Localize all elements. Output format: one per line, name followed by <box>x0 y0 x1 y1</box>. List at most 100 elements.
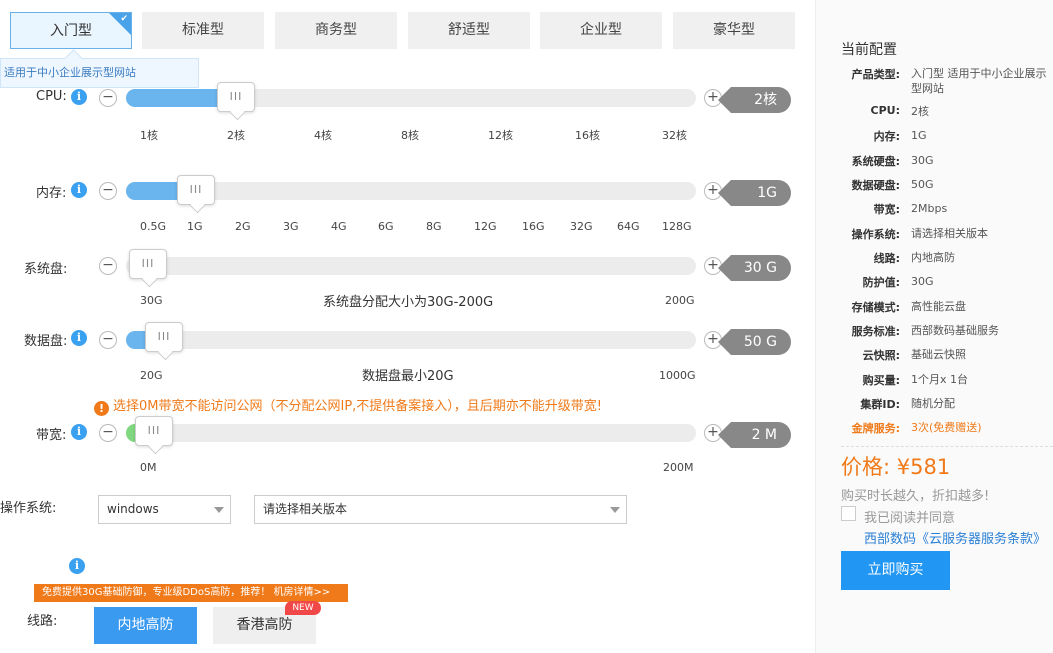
cpu-info-icon[interactable]: i <box>71 89 87 105</box>
tab-entry[interactable]: 入门型 ✔ <box>10 12 132 49</box>
os-select[interactable]: windows <box>98 495 231 524</box>
memory-slider-handle[interactable]: III <box>177 175 215 205</box>
system-disk-minus-button[interactable]: − <box>99 257 117 275</box>
tab-business[interactable]: 商务型 <box>275 12 397 49</box>
summary-key: 内存: <box>873 130 900 143</box>
summary-value: 西部数码基础服务 <box>911 324 999 337</box>
memory-label: 内存: <box>36 186 67 201</box>
tab-luxury-label: 豪华型 <box>713 22 755 38</box>
cpu-tick: 32核 <box>662 129 687 142</box>
tab-enterprise[interactable]: 企业型 <box>540 12 662 49</box>
system-disk-max: 200G <box>665 294 695 307</box>
cpu-value-tag: 2核 <box>718 87 791 113</box>
data-disk-max: 1000G <box>659 369 696 382</box>
line-option-mainland-label: 内地高防 <box>117 617 174 633</box>
data-disk-note: 数据盘最小20G <box>362 369 454 384</box>
tab-standard[interactable]: 标准型 <box>142 12 264 49</box>
summary-key: 线路: <box>873 252 900 265</box>
memory-tick: 32G <box>570 220 593 233</box>
system-disk-slider-track[interactable] <box>126 257 696 275</box>
summary-key: 带宽: <box>873 203 900 216</box>
bandwidth-minus-button[interactable]: − <box>99 424 117 442</box>
os-select-value: windows <box>107 502 159 516</box>
summary-key: 防护值: <box>862 276 900 289</box>
bandwidth-slider-handle[interactable]: III <box>135 416 173 446</box>
bandwidth-value-tag: 2 M <box>718 422 791 448</box>
agree-checkbox[interactable] <box>841 506 856 521</box>
memory-tick: 2G <box>235 220 251 233</box>
chevron-down-icon <box>214 507 224 513</box>
memory-info-icon[interactable]: i <box>71 182 87 198</box>
cpu-tick: 8核 <box>401 129 419 142</box>
os-version-select[interactable]: 请选择相关版本 <box>254 495 627 524</box>
line-option-mainland[interactable]: 内地高防 <box>94 607 197 644</box>
line-promo-banner[interactable]: 免费提供30G基础防御，专业级DDoS高防，推荐！ 机房详情>> <box>34 584 348 602</box>
terms-link[interactable]: 西部数码《云服务器服务条款》 <box>864 528 1046 547</box>
agree-label: 我已阅读并同意 <box>864 511 956 526</box>
summary-value: 30G <box>911 275 934 288</box>
memory-minus-button[interactable]: − <box>99 182 117 200</box>
memory-tick: 1G <box>187 220 203 233</box>
data-disk-value-tag: 50 G <box>718 329 791 355</box>
cpu-tick: 12核 <box>488 129 513 142</box>
memory-tick: 128G <box>662 220 692 233</box>
cpu-slider-handle[interactable]: III <box>217 82 255 112</box>
summary-value: 2核 <box>911 105 929 118</box>
summary-key: 购买量: <box>862 374 900 387</box>
summary-key: 系统硬盘: <box>851 155 900 168</box>
data-disk-minus-button[interactable]: − <box>99 331 117 349</box>
cpu-tick: 16核 <box>575 129 600 142</box>
summary-key: 产品类型: <box>851 68 900 81</box>
summary-key: 操作系统: <box>851 228 900 241</box>
memory-tick: 6G <box>378 220 394 233</box>
data-disk-label: 数据盘: <box>24 334 68 349</box>
summary-key: 集群ID: <box>860 398 900 411</box>
summary-value: 高性能云盘 <box>911 300 966 313</box>
summary-value: 50G <box>911 178 934 191</box>
data-disk-slider-track[interactable] <box>126 331 696 349</box>
tab-entry-label: 入门型 <box>50 23 92 39</box>
cpu-slider-track[interactable] <box>126 89 696 107</box>
discount-slogan: 购买时长越久，折扣越多! <box>841 489 990 504</box>
line-info-icon[interactable]: i <box>69 558 85 574</box>
summary-value: 内地高防 <box>911 251 955 264</box>
summary-value: 基础云快照 <box>911 348 966 361</box>
tab-tooltip: 适用于中小企业展示型网站 <box>0 58 199 88</box>
memory-value-tag: 1G <box>718 180 791 206</box>
system-disk-label: 系统盘: <box>24 262 68 277</box>
memory-tick: 64G <box>617 220 640 233</box>
bandwidth-label: 带宽: <box>36 428 67 443</box>
bandwidth-slider-track[interactable] <box>126 424 696 442</box>
cpu-minus-button[interactable]: − <box>99 89 117 107</box>
data-disk-min: 20G <box>140 369 163 382</box>
memory-tick: 3G <box>283 220 299 233</box>
memory-tick: 4G <box>331 220 347 233</box>
memory-tick: 0.5G <box>140 220 167 233</box>
tab-comfort-label: 舒适型 <box>448 22 490 38</box>
tab-enterprise-label: 企业型 <box>580 22 622 38</box>
tab-comfort[interactable]: 舒适型 <box>408 12 530 49</box>
bandwidth-info-icon[interactable]: i <box>71 424 87 440</box>
chevron-down-icon <box>610 507 620 513</box>
bandwidth-warning: ! 选择0M带宽不能访问公网（不分配公网IP,不提供备案接入），且后期亦不能升级带… <box>94 395 602 416</box>
system-disk-value-tag: 30 G <box>718 255 791 281</box>
system-disk-min: 30G <box>140 294 163 307</box>
summary-key-gold-service: 金牌服务: <box>851 422 900 435</box>
system-disk-slider-handle[interactable]: III <box>129 249 167 279</box>
data-disk-slider-handle[interactable]: III <box>145 322 183 352</box>
cpu-label: CPU: <box>36 89 67 104</box>
cpu-tick: 1核 <box>140 129 158 142</box>
tab-business-label: 商务型 <box>315 22 357 38</box>
warning-icon: ! <box>94 401 109 416</box>
os-version-placeholder: 请选择相关版本 <box>263 502 348 516</box>
buy-now-button[interactable]: 立即购买 <box>841 551 950 590</box>
cpu-tick: 4核 <box>314 129 332 142</box>
memory-tick: 8G <box>426 220 442 233</box>
memory-tick: 12G <box>474 220 497 233</box>
memory-tick: 16G <box>522 220 545 233</box>
tab-luxury[interactable]: 豪华型 <box>673 12 795 49</box>
summary-key: 云快照: <box>862 349 900 362</box>
summary-value: 请选择相关版本 <box>911 227 988 240</box>
summary-value-gold-service: 3次(免费赠送) <box>911 421 982 434</box>
data-disk-info-icon[interactable]: i <box>71 330 87 346</box>
